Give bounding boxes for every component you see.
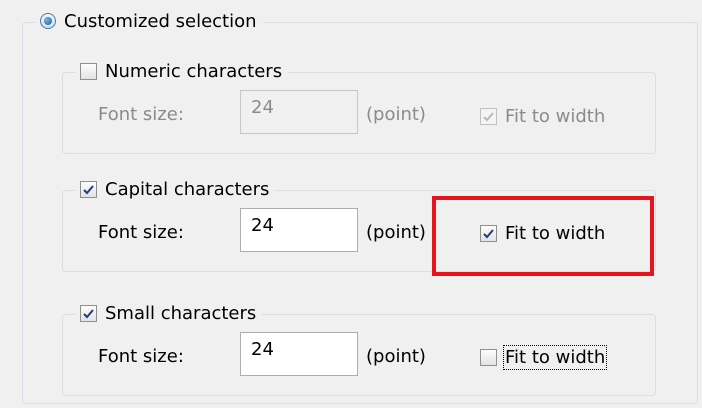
capital-characters-label: Capital characters [105,178,270,200]
checkmark-icon [483,112,494,122]
small-characters-legend[interactable]: Small characters [76,300,263,326]
numeric-fit-to-width-checkbox[interactable] [480,108,497,125]
customized-selection-legend[interactable]: Customized selection [36,8,263,34]
small-fit-to-width-checkbox[interactable] [480,349,497,366]
capital-font-size-input[interactable]: 24 [240,208,358,252]
customized-selection-radio[interactable] [40,13,56,29]
numeric-characters-checkbox[interactable] [80,62,97,80]
customized-selection-label: Customized selection [64,10,257,32]
numeric-font-size-label: Font size: [98,104,184,125]
small-characters-checkbox[interactable] [80,304,97,322]
small-font-size-input[interactable]: 24 [240,332,358,376]
capital-characters-checkbox[interactable] [80,180,97,198]
small-fit-to-width-label: Fit to width [502,345,608,370]
checkmark-icon [83,308,94,318]
small-characters-label: Small characters [105,302,257,324]
numeric-characters-label: Numeric characters [105,60,283,82]
numeric-characters-legend[interactable]: Numeric characters [76,58,289,84]
capital-unit-label: (point) [366,222,426,243]
capital-characters-legend[interactable]: Capital characters [76,176,276,202]
numeric-fit-to-width[interactable]: Fit to width [480,106,605,127]
numeric-unit-label: (point) [366,104,426,125]
checkmark-icon [83,184,94,194]
small-fit-to-width[interactable]: Fit to width [480,345,608,370]
small-font-size-label: Font size: [98,346,184,367]
small-unit-label: (point) [366,346,426,367]
highlight-box [432,196,654,276]
capital-font-size-label: Font size: [98,222,184,243]
numeric-fit-to-width-label: Fit to width [505,106,606,127]
numeric-font-size-input[interactable]: 24 [240,90,358,134]
